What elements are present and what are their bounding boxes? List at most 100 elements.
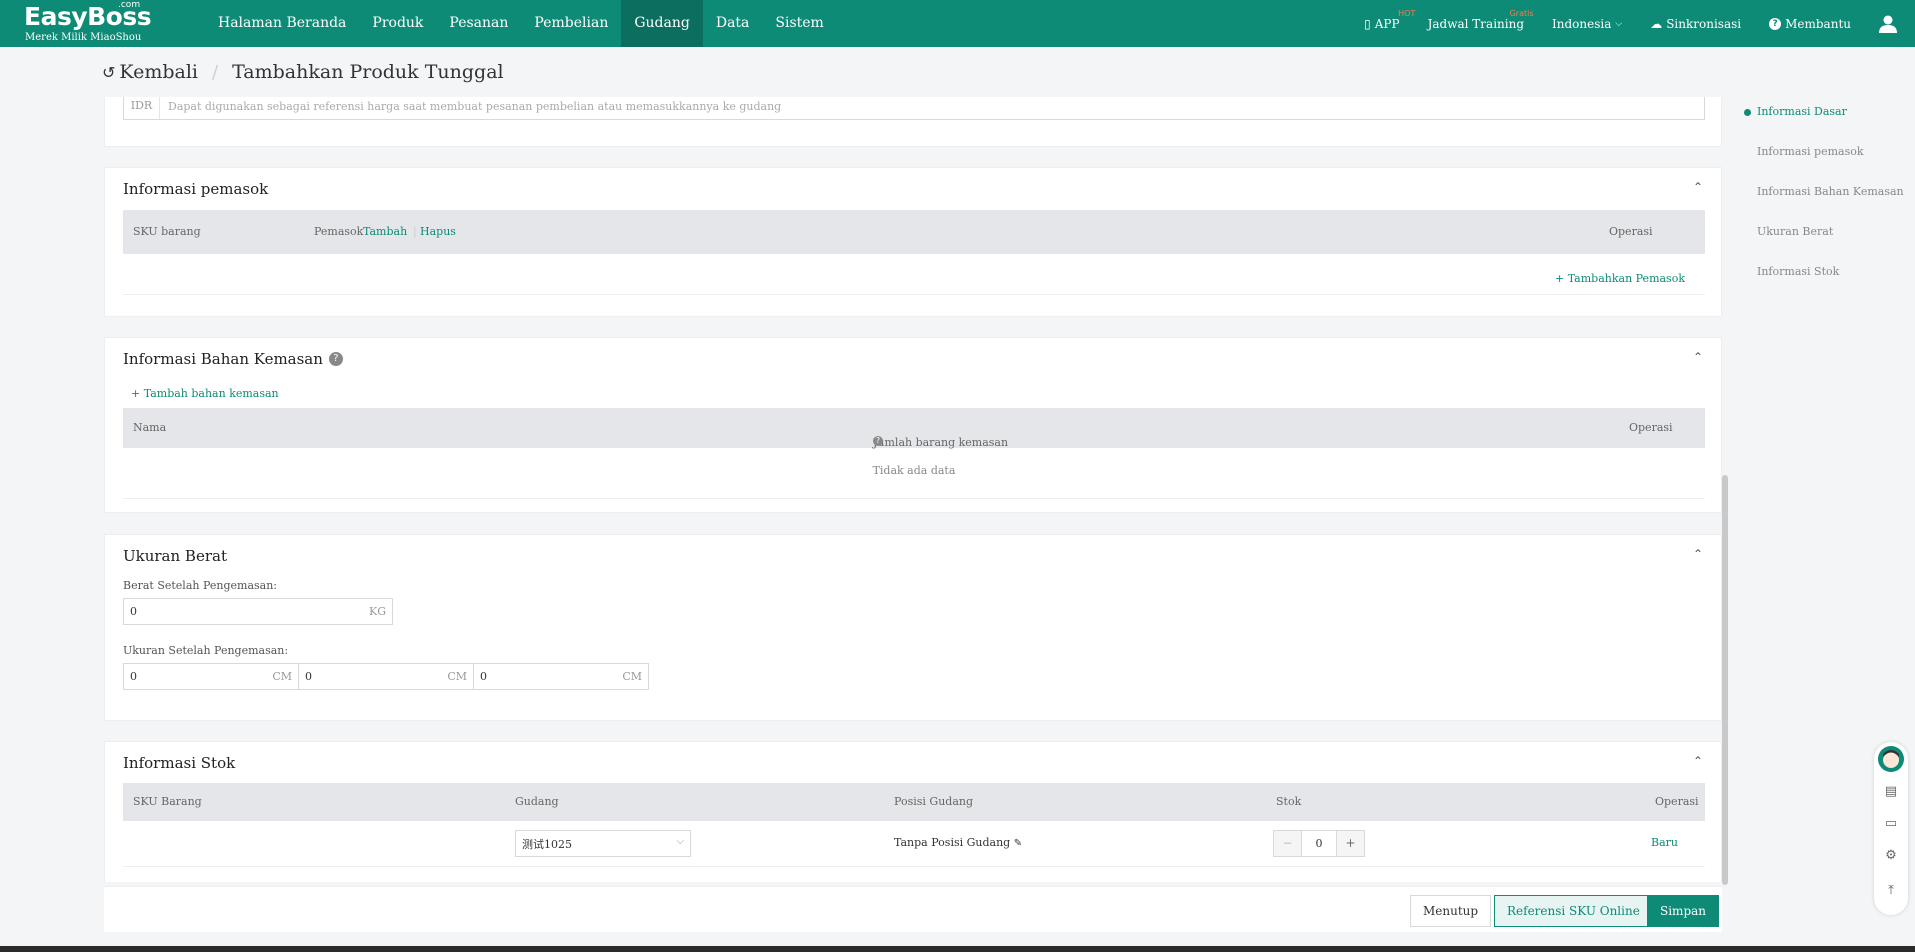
weight-label: Berat Setelah Pengemasan: [123,579,277,592]
height-value: 0 [480,670,487,683]
user-avatar[interactable] [1879,15,1897,33]
collapse-stock-icon[interactable]: ⌃ [1693,754,1703,768]
nav-item-gudang[interactable]: Gudang [621,0,703,47]
collapse-supplier-icon[interactable]: ⌃ [1693,180,1703,194]
nav-item-data[interactable]: Data [703,0,763,47]
save-button[interactable]: Simpan [1647,895,1720,927]
app-link[interactable]: ▯ APP HOT [1364,9,1415,31]
collapse-weight-icon[interactable]: ⌃ [1693,547,1703,561]
add-supplier-button[interactable]: + Tambahkan Pemasok [1555,272,1685,285]
position-value: Tanpa Posisi Gudang [894,836,1011,849]
reference-price-input[interactable]: IDR Dapat digunakan sebagai referensi ha… [123,97,1705,120]
collapse-packaging-icon[interactable]: ⌃ [1693,350,1703,364]
divider [123,294,1705,295]
col-supplier: Pemasok [314,225,364,238]
width-input[interactable]: 0 CM [298,663,474,690]
nav-item-sistem[interactable]: Sistem [762,0,836,47]
bottom-edge [0,946,1915,952]
back-button[interactable]: ↺ Kembali [102,61,198,83]
weight-unit: KG [368,605,386,618]
packaging-table-header: Nama Jumlah barang kemasan? Operasi [123,408,1705,449]
anchor-stock[interactable]: Informasi Stok [1757,265,1907,305]
chevron-down-icon: ⌵ [676,836,684,847]
breadcrumb-separator: / [212,61,219,83]
form-content: IDR Dapat digunakan sebagai referensi ha… [104,97,1722,882]
scrollbar[interactable] [1722,475,1728,885]
stock-table-header: SKU Barang Gudang Posisi Gudang Stok Ope… [123,783,1705,821]
delete-supplier-link[interactable]: Hapus [420,225,456,238]
col-sku: SKU barang [133,225,201,238]
weight-card: Ukuran Berat ⌃ Berat Setelah Pengemasan:… [104,534,1722,721]
nav-item-beranda[interactable]: Halaman Beranda [205,0,359,47]
supplier-title: Informasi pemasok [123,180,268,198]
settings-icon[interactable]: ⚙ [1874,848,1908,863]
stock-stepper[interactable]: − 0 + [1273,830,1365,857]
active-dot [1744,109,1751,116]
training-label: Jadwal Training [1427,16,1525,31]
add-packaging-button[interactable]: + Tambah bahan kemasan [131,387,279,400]
notes-icon[interactable]: ▤ [1874,784,1908,799]
weight-input[interactable]: 0 KG [123,598,393,625]
basic-info-card: IDR Dapat digunakan sebagai referensi ha… [104,97,1722,147]
width-value: 0 [305,670,312,683]
weight-title-text: Ukuran Berat [123,547,227,565]
supplier-title-text: Informasi pemasok [123,180,269,198]
anchor-supplier[interactable]: Informasi pemasok [1757,145,1907,185]
help-icon[interactable]: ? [328,352,343,366]
col-sku: SKU Barang [133,795,202,808]
length-value: 0 [130,670,137,683]
floating-toolbar: ▤ ▭ ⚙ ⤒ [1874,742,1908,915]
reference-sku-button[interactable]: Referensi SKU Online [1494,895,1653,927]
add-supplier-col-link[interactable]: Tambah [363,225,407,238]
supplier-card: Informasi pemasok ⌃ SKU barang Pemasok T… [104,167,1722,317]
supplier-table-header: SKU barang Pemasok Tambah | Hapus Operas… [123,210,1705,254]
anchor-basic-info[interactable]: Informasi Dasar [1744,105,1907,145]
page-header: ↺ Kembali / Tambahkan Produk Tunggal [0,47,1915,97]
width-unit: CM [447,670,467,683]
empty-state: Tidak ada data [872,464,956,477]
top-navbar: EasyBoss .com Merek Milik MiaoShou Halam… [0,0,1915,47]
brand-sub: Merek Milik MiaoShou [25,32,142,43]
anchor-packaging[interactable]: Informasi Bahan Kemasan [1757,185,1907,225]
anchor-weight[interactable]: Ukuran Berat [1757,225,1907,265]
packaging-title-text: Informasi Bahan Kemasan [123,350,323,368]
help-button[interactable]: ? Membantu [1769,17,1851,31]
nav-item-pembelian[interactable]: Pembelian [521,0,621,47]
height-input[interactable]: 0 CM [473,663,649,690]
warehouse-select[interactable]: 测试1025 ⌵ [515,830,691,857]
col-position: Posisi Gudang [894,795,973,808]
divider [123,498,1705,499]
help-icon[interactable]: ? [873,436,883,446]
warehouse-value: 测试1025 [522,837,572,851]
col-operation: Operasi [1629,421,1673,434]
chevron-down-icon: ⌵ [1615,18,1623,29]
currency-prefix: IDR [124,97,160,119]
position-cell: Tanpa Posisi Gudang ✎ [894,836,1022,849]
plus-icon: + [131,387,141,400]
page-title: Tambahkan Produk Tunggal [232,61,504,83]
length-input[interactable]: 0 CM [123,663,299,690]
training-link[interactable]: Jadwal Training Gratis [1427,9,1534,31]
divider [123,866,1705,867]
minus-icon[interactable]: − [1274,831,1302,856]
close-button[interactable]: Menutup [1410,895,1492,927]
back-to-top-icon[interactable]: ⤒ [1874,883,1908,898]
brand-com: .com [118,0,141,10]
plus-icon[interactable]: + [1336,831,1364,856]
user-icon [1879,15,1897,33]
col-name: Nama [133,421,167,434]
section-anchors: Informasi Dasar Informasi pemasok Inform… [1744,105,1907,305]
new-position-link[interactable]: Baru [1651,836,1678,849]
edit-icon[interactable]: ✎ [1014,838,1022,849]
back-arrow-icon: ↺ [102,62,116,82]
nav-item-pesanan[interactable]: Pesanan [436,0,521,47]
language-select[interactable]: Indonesia ⌵ [1552,17,1622,31]
chat-icon[interactable]: ▭ [1874,816,1908,831]
support-avatar[interactable] [1874,746,1908,776]
col-operation: Operasi [1655,795,1699,808]
nav-item-produk[interactable]: Produk [359,0,436,47]
back-label: Kembali [119,61,198,83]
hot-badge: HOT [1398,8,1416,18]
logo[interactable]: EasyBoss .com Merek Milik MiaoShou [0,0,200,47]
sync-button[interactable]: ☁ Sinkronisasi [1650,17,1741,31]
